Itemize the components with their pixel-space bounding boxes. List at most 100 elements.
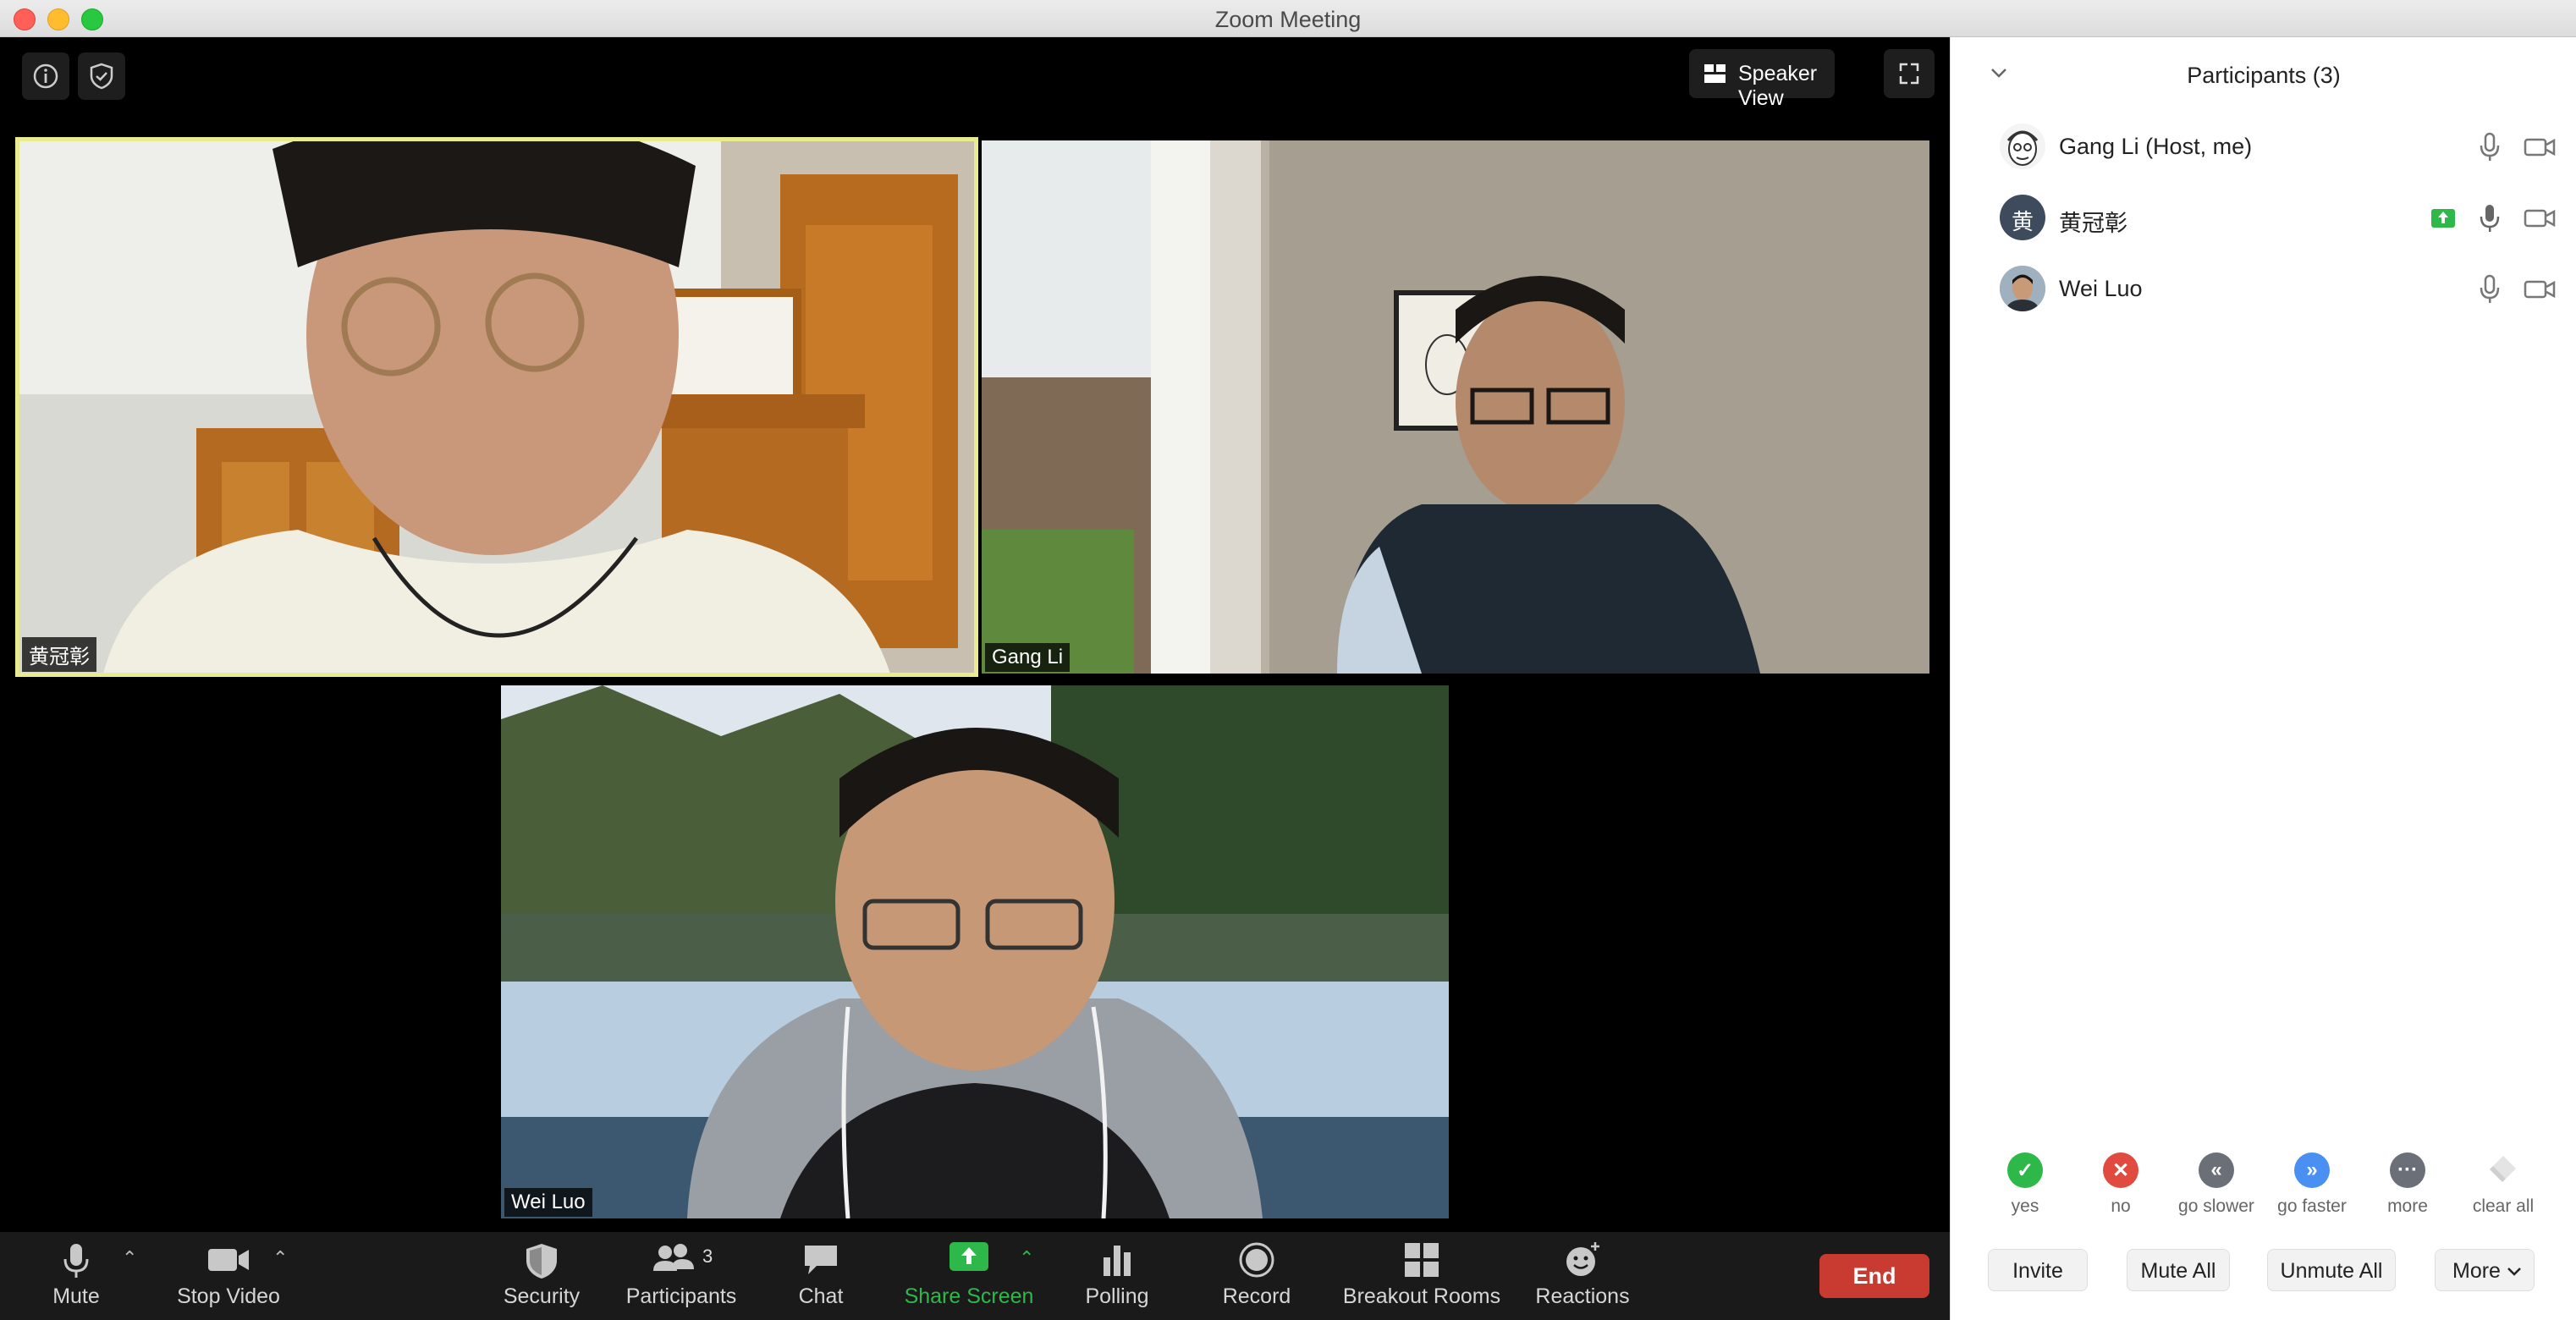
chat-button[interactable]: Chat: [779, 1232, 863, 1320]
microphone-icon: [2480, 274, 2500, 303]
audio-options-caret[interactable]: ⌃: [122, 1247, 137, 1269]
title-bar: Zoom Meeting: [0, 0, 2576, 37]
microphone-icon: [2480, 205, 2500, 232]
check-icon: ✓: [2007, 1152, 2043, 1188]
info-icon: [33, 63, 58, 89]
microphone-icon: [63, 1244, 89, 1278]
speaker-view-button[interactable]: Speaker View: [1689, 49, 1835, 110]
reactions-button[interactable]: Reactions: [1532, 1232, 1633, 1320]
invite-button[interactable]: Invite: [1988, 1249, 2088, 1291]
video-tile-wei-luo[interactable]: Wei Luo: [501, 685, 1449, 1218]
mute-button[interactable]: Mute: [34, 1232, 118, 1320]
chevron-down-icon: [2507, 1268, 2521, 1276]
record-button[interactable]: Record: [1214, 1232, 1299, 1320]
participant-video-image: [501, 685, 1449, 1218]
end-meeting-button[interactable]: End: [1819, 1254, 1929, 1298]
eraser-icon: [2485, 1152, 2521, 1188]
video-camera-icon: [2524, 280, 2556, 299]
security-label: Security: [503, 1284, 581, 1308]
feedback-label: go faster: [2277, 1196, 2347, 1216]
feedback-yes-button[interactable]: ✓ yes: [1981, 1152, 2069, 1217]
participant-name: 黄冠彰: [2059, 211, 2127, 236]
rewind-icon: «: [2199, 1152, 2234, 1188]
mute-all-button[interactable]: Mute All: [2127, 1249, 2230, 1291]
feedback-label: go slower: [2178, 1196, 2254, 1216]
participant-name: Gang Li (Host, me): [2059, 134, 2253, 159]
speaker-view-label: Speaker View: [1738, 62, 1818, 110]
avatar-initial: 黄: [2011, 209, 2034, 234]
feedback-no-button[interactable]: ✕ no: [2077, 1152, 2165, 1217]
breakout-rooms-icon: [1405, 1243, 1439, 1277]
chat-bubble-icon: [805, 1246, 837, 1274]
participants-label: Participants: [625, 1284, 737, 1308]
feedback-label: yes: [2011, 1196, 2039, 1216]
polling-button[interactable]: Polling: [1075, 1232, 1159, 1320]
share-screen-icon: [949, 1242, 988, 1271]
participants-panel: Participants (3) Gang Li (Host, me) 黄 黄冠…: [1950, 37, 2576, 1320]
share-options-caret[interactable]: ⌃: [1019, 1247, 1034, 1269]
participant-video-image: [982, 140, 1929, 674]
chat-label: Chat: [798, 1284, 844, 1308]
photo-avatar-icon: [2000, 266, 2045, 311]
security-button[interactable]: Security: [499, 1232, 584, 1320]
fast-forward-icon: »: [2294, 1152, 2330, 1188]
video-options-caret[interactable]: ⌃: [272, 1247, 288, 1269]
avatar: 黄: [2000, 195, 2045, 240]
share-screen-button[interactable]: Share Screen: [897, 1232, 1041, 1320]
avatar: [2000, 124, 2045, 169]
grid-view-icon: [1704, 64, 1726, 83]
window-title: Zoom Meeting: [1214, 7, 1362, 32]
stop-video-label: Stop Video: [177, 1284, 280, 1308]
record-icon: [1239, 1242, 1274, 1278]
participants-count: 3: [702, 1246, 713, 1267]
feedback-go-slower-button[interactable]: « go slower: [2172, 1152, 2260, 1217]
video-camera-icon: [208, 1249, 249, 1271]
participant-row[interactable]: Wei Luo: [1951, 256, 2576, 323]
active-speaker-border: [15, 137, 978, 677]
mute-label: Mute: [52, 1284, 100, 1308]
avatar: [2000, 266, 2045, 311]
record-label: Record: [1222, 1284, 1291, 1308]
feedback-label: clear all: [2472, 1196, 2535, 1216]
video-tile-gang-li[interactable]: Gang Li: [982, 140, 1929, 674]
fullscreen-button[interactable]: [1884, 49, 1935, 98]
bar-chart-icon: [1104, 1246, 1131, 1276]
feedback-label: no: [2111, 1196, 2131, 1216]
more-options-button[interactable]: More: [2435, 1249, 2535, 1291]
x-icon: ✕: [2103, 1152, 2138, 1188]
more-dots-icon: ···: [2390, 1152, 2425, 1188]
video-camera-icon: [2524, 138, 2556, 157]
encryption-shield-button[interactable]: [78, 52, 125, 100]
video-name-tag: Wei Luo: [504, 1188, 592, 1217]
feedback-clear-all-button[interactable]: clear all: [2459, 1152, 2547, 1217]
breakout-rooms-label: Breakout Rooms: [1342, 1284, 1501, 1308]
meeting-info-button[interactable]: [22, 52, 69, 100]
participant-row[interactable]: 黄 黄冠彰: [1951, 184, 2576, 252]
participant-name: Wei Luo: [2059, 276, 2143, 301]
video-camera-icon: [2524, 209, 2556, 228]
shield-check-icon: [90, 63, 113, 90]
cartoon-avatar-icon: [2006, 130, 2039, 166]
breakout-rooms-button[interactable]: Breakout Rooms: [1337, 1232, 1506, 1320]
polling-label: Polling: [1085, 1284, 1149, 1308]
unmute-all-button[interactable]: Unmute All: [2267, 1249, 2396, 1291]
panel-title: Participants (3): [2187, 63, 2341, 88]
video-name-tag: Gang Li: [985, 643, 1071, 672]
stop-video-button[interactable]: Stop Video: [169, 1232, 288, 1320]
participant-row[interactable]: Gang Li (Host, me): [1951, 113, 2576, 181]
shield-icon: [526, 1244, 557, 1279]
participants-icon: [653, 1244, 694, 1271]
emoji-plus-icon: [1566, 1242, 1599, 1276]
more-label: More: [2452, 1259, 2501, 1283]
share-screen-label: Share Screen: [904, 1284, 1034, 1308]
participants-button[interactable]: 3 Participants: [618, 1232, 745, 1320]
microphone-icon: [2480, 132, 2500, 161]
feedback-go-faster-button[interactable]: » go faster: [2268, 1152, 2356, 1217]
meeting-toolbar: Mute ⌃ Stop Video ⌃ Security 3 Participa…: [0, 1232, 1950, 1320]
fullscreen-icon: [1899, 63, 1919, 85]
video-stage: Speaker View 黄冠彰 Gang Li Wei Luo: [0, 37, 1950, 1232]
feedback-label: more: [2387, 1196, 2428, 1216]
feedback-more-button[interactable]: ··· more: [2364, 1152, 2452, 1217]
reactions-label: Reactions: [1535, 1284, 1630, 1308]
sharing-screen-icon: [2431, 209, 2455, 228]
